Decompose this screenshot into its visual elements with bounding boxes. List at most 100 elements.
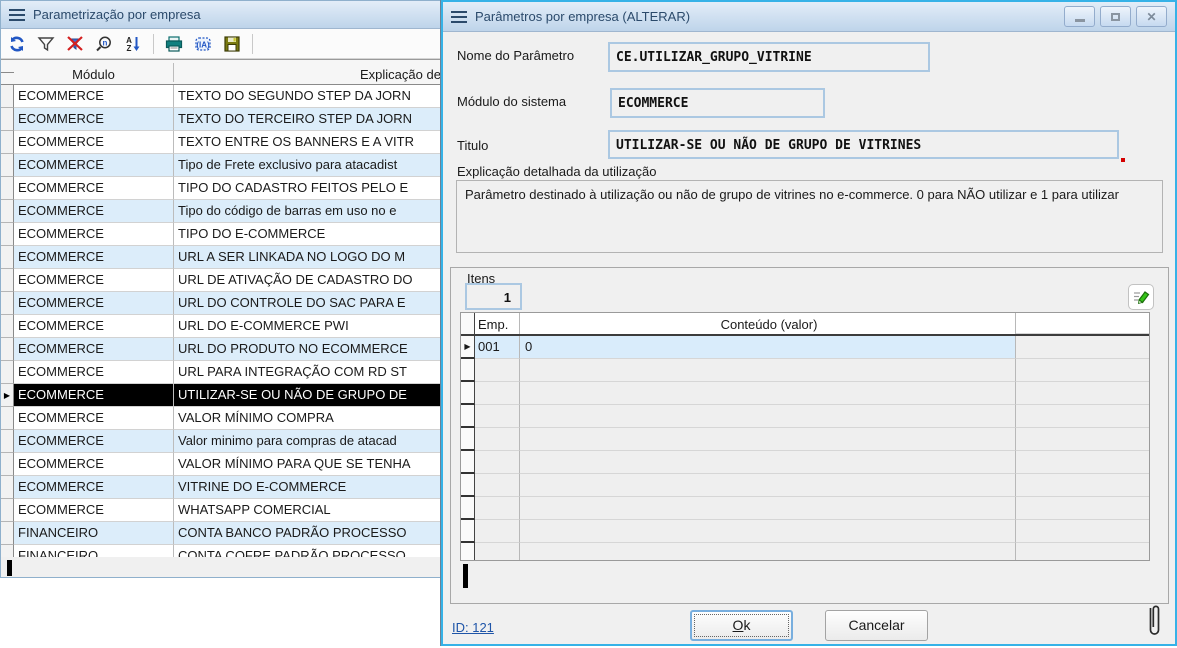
row-indicator-cell: [1, 407, 14, 430]
nome-input[interactable]: CE.UTILIZAR_GRUPO_VITRINE: [608, 42, 930, 72]
cell-extra: [1016, 520, 1149, 543]
titlebar-dialog[interactable]: Parâmetros por empresa (ALTERAR) ✕: [443, 2, 1175, 32]
row-indicator-cell: [1, 223, 14, 246]
cell-conteudo: [520, 428, 1016, 451]
sort-az-icon[interactable]: AZ: [122, 33, 144, 55]
minimize-icon: [1075, 19, 1085, 22]
required-marker: [1121, 158, 1125, 162]
cell-conteudo: [520, 405, 1016, 428]
row-indicator-cell: [1, 476, 14, 499]
restore-icon: [1111, 13, 1120, 21]
find-icon[interactable]: n: [93, 33, 115, 55]
row-indicator-cell: [461, 497, 475, 520]
titulo-label: Titulo: [457, 138, 488, 153]
cell-modulo: ECOMMERCE: [14, 476, 174, 499]
cell-conteudo: [520, 359, 1016, 382]
cell-conteudo: [520, 382, 1016, 405]
menu-icon[interactable]: [9, 9, 25, 21]
itens-count-field[interactable]: 1: [465, 283, 522, 310]
modulo-input[interactable]: ECOMMERCE: [610, 88, 825, 118]
row-indicator-cell: [1, 361, 14, 384]
paperclip-icon[interactable]: [1145, 600, 1163, 647]
cell-modulo: ECOMMERCE: [14, 292, 174, 315]
cell-modulo: ECOMMERCE: [14, 499, 174, 522]
cell-extra: [1016, 428, 1149, 451]
itens-empty-row[interactable]: [461, 382, 1149, 405]
printer-icon[interactable]: [163, 33, 185, 55]
filter-icon[interactable]: [35, 33, 57, 55]
itens-table: Emp. Conteúdo (valor) ▶0010: [460, 312, 1150, 561]
cell-extra: [1016, 405, 1149, 428]
cell-emp: [475, 428, 520, 451]
row-indicator-cell: [1, 200, 14, 223]
close-button[interactable]: ✕: [1136, 6, 1167, 27]
row-indicator-cell: [1, 453, 14, 476]
desktop: Parametrização por empresa n AZ: [0, 0, 1177, 648]
row-indicator-cell: [1, 131, 14, 154]
itens-empty-row[interactable]: [461, 359, 1149, 382]
cell-extra: [1016, 543, 1149, 561]
row-indicator-cell: [1, 338, 14, 361]
itens-empty-row[interactable]: [461, 451, 1149, 474]
itens-empty-row[interactable]: [461, 405, 1149, 428]
ia-badge-icon[interactable]: (IA): [192, 33, 214, 55]
row-indicator-cell: [1, 292, 14, 315]
cell-emp: [475, 543, 520, 561]
cell-modulo: ECOMMERCE: [14, 131, 174, 154]
svg-text:Z: Z: [127, 44, 132, 53]
cell-emp: [475, 405, 520, 428]
column-header-modulo[interactable]: Módulo: [14, 63, 174, 82]
row-indicator-cell: [461, 382, 475, 405]
edit-grid-button[interactable]: [1128, 284, 1154, 310]
cell-conteudo: 0: [520, 336, 1016, 359]
id-link[interactable]: ID: 121: [452, 620, 494, 635]
row-indicator-cell: [1, 269, 14, 292]
itens-empty-row[interactable]: [461, 428, 1149, 451]
minimize-button[interactable]: [1064, 6, 1095, 27]
itens-empty-row[interactable]: [461, 497, 1149, 520]
cell-emp: [475, 359, 520, 382]
current-row-indicator: ▶: [1, 384, 14, 407]
column-header-emp[interactable]: Emp.: [475, 313, 520, 334]
dialog-title: Parâmetros por empresa (ALTERAR): [475, 9, 690, 24]
refresh-icon[interactable]: [6, 33, 28, 55]
itens-empty-row[interactable]: [461, 474, 1149, 497]
row-indicator-cell: [1, 108, 14, 131]
cell-modulo: ECOMMERCE: [14, 361, 174, 384]
modulo-label: Módulo do sistema: [457, 94, 566, 109]
cell-modulo: ECOMMERCE: [14, 315, 174, 338]
cancel-button[interactable]: Cancelar: [825, 610, 928, 641]
explicacao-memo[interactable]: Parâmetro destinado à utilização ou não …: [456, 180, 1163, 253]
itens-table-row[interactable]: ▶0010: [461, 336, 1149, 359]
row-indicator-cell: [1, 315, 14, 338]
cell-modulo: ECOMMERCE: [14, 108, 174, 131]
cell-emp: [475, 451, 520, 474]
cell-modulo: ECOMMERCE: [14, 430, 174, 453]
titulo-input[interactable]: UTILIZAR-SE OU NÃO DE GRUPO DE VITRINES: [608, 130, 1119, 159]
row-indicator-cell: [461, 359, 475, 382]
column-header-conteudo[interactable]: Conteúdo (valor): [520, 313, 1016, 334]
row-indicator-cell: [1, 85, 14, 108]
itens-empty-row[interactable]: [461, 543, 1149, 561]
menu-icon[interactable]: [451, 11, 467, 23]
row-indicator-cell: [1, 545, 14, 557]
itens-empty-row[interactable]: [461, 520, 1149, 543]
filter-clear-icon[interactable]: [64, 33, 86, 55]
save-icon[interactable]: [221, 33, 243, 55]
text-caret: [463, 564, 468, 588]
header-indicator-cell: [461, 313, 475, 334]
cell-emp: [475, 497, 520, 520]
edit-grid-icon: [1132, 288, 1150, 306]
column-header-extra: [1016, 313, 1149, 334]
explicacao-label: Explicação detalhada da utilização: [457, 164, 656, 179]
itens-table-header: Emp. Conteúdo (valor): [461, 313, 1149, 336]
nome-label: Nome do Parâmetro: [457, 48, 574, 63]
row-indicator-cell: [461, 474, 475, 497]
restore-button[interactable]: [1100, 6, 1131, 27]
toolbar-separator: [153, 34, 154, 54]
toolbar-separator: [252, 34, 253, 54]
window-title: Parametrização por empresa: [33, 7, 201, 22]
cell-emp: [475, 520, 520, 543]
ok-button[interactable]: Ok: [690, 610, 793, 641]
row-indicator-cell: [461, 520, 475, 543]
